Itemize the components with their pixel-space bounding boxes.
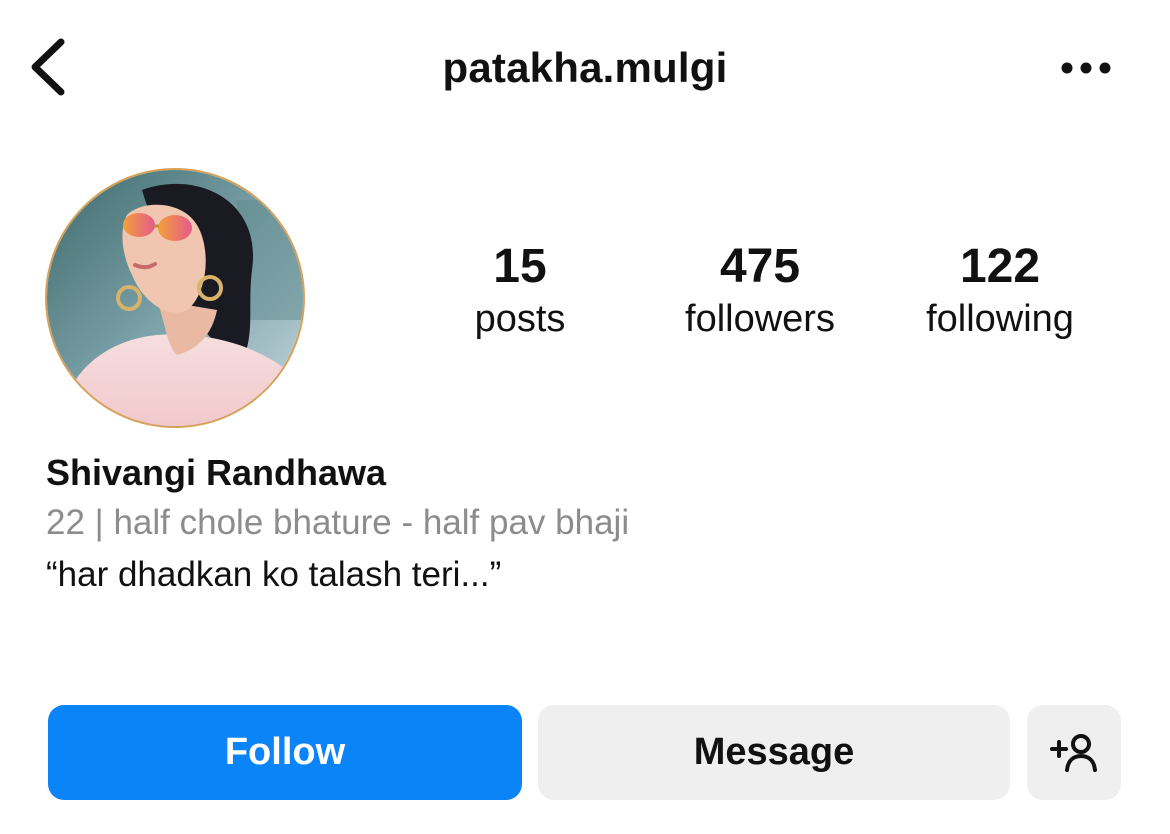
posts-label: posts [474,298,566,340]
posts-stat[interactable]: 15 posts [420,238,620,344]
followers-count: 475 [719,240,801,293]
follow-button-label: Follow [224,731,346,773]
followers-label: followers [685,298,835,340]
profile-username: patakha.mulgi [442,44,728,91]
more-horizontal-icon [1061,62,1111,74]
following-stat[interactable]: 122 following [900,238,1100,344]
display-name: Shivangi Randhawa [46,452,387,493]
bio-line-2: “har dhadkan ko talash teri...” [46,555,502,594]
following-label: following [926,298,1074,340]
followers-stat[interactable]: 475 followers [660,238,860,344]
bio-line-1: 22 | half chole bhature - half pav bhaji [46,503,630,542]
following-count: 122 [959,240,1041,293]
profile-photo [47,170,303,426]
more-options-button[interactable] [1055,50,1117,86]
profile-page: patakha.mulgi 15 posts 475 followers 122… [0,0,1170,834]
follow-button[interactable]: Follow [48,705,522,800]
message-button[interactable]: Message [538,705,1010,800]
add-user-icon [1050,733,1097,772]
message-button-label: Message [693,731,855,773]
suggested-users-button[interactable] [1027,705,1121,800]
avatar[interactable] [47,170,303,426]
posts-count: 15 [493,240,547,293]
